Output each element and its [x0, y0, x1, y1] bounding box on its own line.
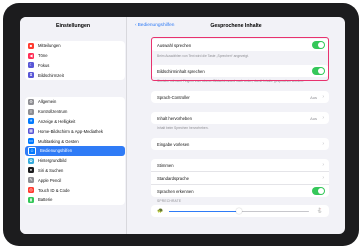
row-label: Eingabe vorlesen [157, 141, 190, 147]
chevron-right-icon: › [322, 175, 324, 181]
sidebar-item-bedienungshilfen[interactable]: ☺ Bedienungshilfen [25, 145, 125, 156]
slider-knob[interactable] [235, 207, 243, 215]
sidebar-item-label: Home-Bildschirm & App-Mediathek [38, 128, 103, 134]
row-sprach-controller[interactable]: Sprach-Controller Aus › [151, 91, 329, 103]
row-inhalt-hervorheben[interactable]: Inhalt hervorheben Aus › [151, 112, 329, 124]
row-standardsprache[interactable]: Standardsprache › [151, 172, 329, 185]
hourglass-icon: ⧗ [28, 72, 34, 79]
sidebar-item-label: Bildschirmzeit [38, 72, 64, 78]
card-sprach-controller: Sprach-Controller Aus › [151, 91, 329, 103]
sprachen-erkennen-toggle[interactable] [312, 187, 325, 195]
sidebar-item-label: Siri & Suchen [38, 167, 64, 173]
sidebar-item-mitteilungen[interactable]: ■ Mitteilungen [25, 41, 125, 51]
sidebar-item-anzeige[interactable]: ☀ Anzeige & Helligkeit [25, 117, 125, 127]
card-inhalt: Inhalt hervorheben Aus › [151, 112, 329, 124]
row-eingabe-vorlesen[interactable]: Eingabe vorlesen › [151, 138, 329, 150]
speed-section-header: SPRECHRATE [157, 199, 182, 203]
speaker-icon: ◀ [28, 52, 34, 59]
bell-icon: ■ [28, 42, 34, 49]
main-panel: ‹ Bedienungshilfen Gesprochene Inhalte A… [127, 17, 345, 234]
card-stimmen: Stimmen › Standardsprache › Sprachen erk… [151, 159, 329, 197]
speech-rate-slider[interactable]: 🐢 🐇 [151, 205, 329, 217]
gear-icon: ⚙ [28, 98, 34, 105]
sidebar-item-label: Anzeige & Helligkeit [38, 118, 76, 124]
chevron-right-icon: › [322, 115, 324, 121]
sidebar-item-label: Kontrollzentrum [38, 109, 68, 115]
chevron-right-icon: › [322, 141, 324, 147]
sidebar-item-label: Bedienungshilfen [40, 148, 73, 154]
sidebar-item-multitasking[interactable]: ▭ Multitasking & Gesten [25, 136, 125, 146]
sidebar-item-batterie[interactable]: ▮ Batterie [25, 195, 125, 205]
grid-icon: ▦ [28, 128, 34, 135]
row-label: Standardsprache [157, 175, 189, 181]
pencil-icon: ✎ [28, 177, 34, 184]
card-eingabe: Eingabe vorlesen › [151, 138, 329, 150]
moon-icon: ☾ [28, 62, 34, 69]
siri-icon: ● [28, 167, 34, 174]
fingerprint-icon: ◎ [28, 187, 34, 194]
sidebar-item-label: Multitasking & Gesten [38, 138, 79, 144]
accessibility-icon: ☺ [28, 146, 36, 155]
slider-track-fill [169, 210, 239, 212]
flower-icon: ✿ [28, 157, 34, 164]
sidebar-item-kontrollzentrum[interactable]: ≡ Kontrollzentrum [25, 107, 125, 117]
row-label: Stimmen [157, 162, 174, 168]
hare-icon: 🐇 [316, 208, 323, 214]
row-value: Aus [310, 94, 317, 100]
sidebar-item-hintergrundbild[interactable]: ✿ Hintergrundbild [25, 156, 125, 166]
sidebar-group-1: ■ Mitteilungen ◀ Töne ☾ Fokus ⧗ Bildschi… [25, 41, 125, 81]
sun-icon: ☀ [28, 118, 34, 125]
sidebar-item-label: Töne [38, 53, 48, 59]
sidebar-item-siri[interactable]: ● Siri & Suchen [25, 166, 125, 176]
sidebar-item-touch-id[interactable]: ◎ Touch ID & Code [25, 185, 125, 195]
turtle-icon: 🐢 [157, 208, 164, 214]
sidebar-item-label: Batterie [38, 197, 53, 203]
sidebar-item-label: Fokus [38, 62, 50, 68]
sidebar-item-bildschirmzeit[interactable]: ⧗ Bildschirmzeit [25, 70, 125, 80]
row-label: Inhalt hervorheben [157, 115, 192, 121]
sidebar-item-fokus[interactable]: ☾ Fokus [25, 61, 125, 71]
multitask-icon: ▭ [28, 138, 34, 145]
screen: Einstellungen ■ Mitteilungen ◀ Töne ☾ Fo… [20, 17, 345, 234]
ipad-frame: Einstellungen ■ Mitteilungen ◀ Töne ☾ Fo… [3, 3, 359, 246]
card-sprechrate: 🐢 🐇 [151, 205, 329, 217]
sidebar: Einstellungen ■ Mitteilungen ◀ Töne ☾ Fo… [20, 17, 127, 234]
sidebar-item-toene[interactable]: ◀ Töne [25, 51, 125, 61]
sidebar-item-label: Allgemein [38, 99, 57, 105]
row-label: Sprach-Controller [157, 94, 190, 100]
sidebar-item-label: Apple Pencil [38, 177, 62, 183]
sidebar-item-label: Mitteilungen [38, 43, 61, 49]
chevron-right-icon: › [322, 162, 324, 168]
highlight-frame [151, 37, 329, 81]
sidebar-item-allgemein[interactable]: ⚙ Allgemein [25, 97, 125, 107]
sidebar-item-label: Hintergrundbild [38, 158, 67, 164]
row-value: Aus [310, 115, 317, 121]
sidebar-item-label: Touch ID & Code [38, 187, 70, 193]
battery-icon: ▮ [28, 196, 34, 203]
sidebar-item-home-bildschirm[interactable]: ▦ Home-Bildschirm & App-Mediathek [25, 126, 125, 136]
sidebar-title: Einstellungen [55, 23, 90, 29]
sidebar-item-apple-pencil[interactable]: ✎ Apple Pencil [25, 175, 125, 185]
row-stimmen[interactable]: Stimmen › [151, 159, 329, 172]
row-sprachen-erkennen: Sprachen erkennen [151, 185, 329, 197]
chevron-right-icon: › [322, 94, 324, 100]
page-title: Gesprochene Inhalte [210, 23, 262, 29]
inhalt-footnote: Inhalt beim Sprechen hervorheben. [157, 126, 209, 130]
sidebar-group-2: ⚙ Allgemein ≡ Kontrollzentrum ☀ Anzeige … [25, 97, 125, 205]
switches-icon: ≡ [28, 108, 34, 115]
row-label: Sprachen erkennen [157, 188, 194, 194]
